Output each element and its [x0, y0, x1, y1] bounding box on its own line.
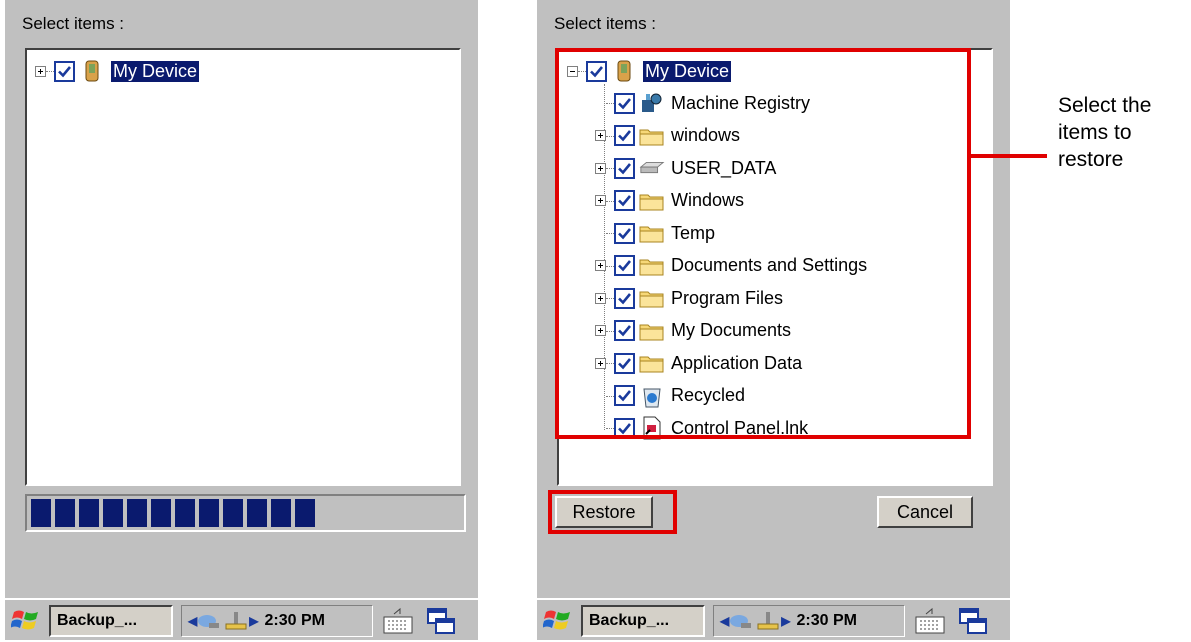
taskbar: Backup_... ◀ ▶ 2:30 PM: [5, 598, 478, 640]
tree-root-row[interactable]: My Device: [35, 58, 201, 84]
tray-right-arrow-icon[interactable]: ▶: [249, 614, 258, 628]
tray-right-arrow-icon[interactable]: ▶: [781, 614, 790, 628]
callout-line: Select the: [1058, 94, 1152, 117]
callout-text: Select the items to restore: [1058, 92, 1151, 173]
select-items-label: Select items :: [554, 14, 657, 33]
tree-highlight-box: [555, 48, 971, 439]
tray-left-arrow-icon[interactable]: ◀: [188, 614, 197, 628]
network-icon: [730, 615, 752, 628]
callout-line: restore: [1058, 148, 1124, 171]
windows-start-icon[interactable]: [542, 606, 573, 634]
usb-connection-icon: [757, 612, 779, 630]
keyboard-icon[interactable]: [912, 605, 948, 637]
keyboard-icon[interactable]: [380, 605, 416, 637]
callout-line: items to: [1058, 121, 1132, 144]
progress-segment: [127, 499, 147, 527]
taskbar-app-button[interactable]: Backup_...: [49, 605, 173, 637]
progress-segment: [103, 499, 123, 527]
progress-segment: [247, 499, 267, 527]
clock: 2:30 PM: [796, 612, 857, 629]
progress-segment: [295, 499, 315, 527]
taskbar-app-button[interactable]: Backup_...: [581, 605, 705, 637]
progress-bar: [25, 494, 466, 532]
system-tray: ◀ ▶ 2:30 PM: [713, 605, 905, 637]
select-items-label: Select items :: [22, 14, 125, 33]
tray-left-arrow-icon[interactable]: ◀: [720, 614, 729, 628]
windows-start-icon[interactable]: [10, 606, 41, 634]
taskbar: Backup_... ◀ ▶ 2:30 PM: [537, 598, 1010, 640]
clock: 2:30 PM: [264, 612, 325, 629]
expand-icon[interactable]: [35, 65, 46, 77]
progress-segment: [55, 499, 75, 527]
network-icon: [198, 615, 220, 628]
device-icon: [79, 60, 105, 82]
progress-segment: [175, 499, 195, 527]
restore-highlight-box: [548, 490, 677, 534]
cancel-button[interactable]: Cancel: [877, 496, 973, 528]
callout-connector: [971, 154, 1047, 158]
system-tray: ◀ ▶ 2:30 PM: [181, 605, 373, 637]
progress-segment: [31, 499, 51, 527]
switch-window-icon[interactable]: [957, 606, 989, 636]
tree-view[interactable]: My Device: [25, 48, 461, 486]
usb-connection-icon: [225, 612, 247, 630]
progress-segment: [271, 499, 291, 527]
left-screen: Select items : My Device Backup_... ◀ ▶ …: [5, 0, 478, 640]
progress-segment: [199, 499, 219, 527]
progress-segment: [223, 499, 243, 527]
progress-segment: [79, 499, 99, 527]
root-label: My Device: [109, 59, 201, 83]
root-checkbox[interactable]: [54, 60, 75, 82]
progress-segment: [151, 499, 171, 527]
switch-window-icon[interactable]: [425, 606, 457, 636]
